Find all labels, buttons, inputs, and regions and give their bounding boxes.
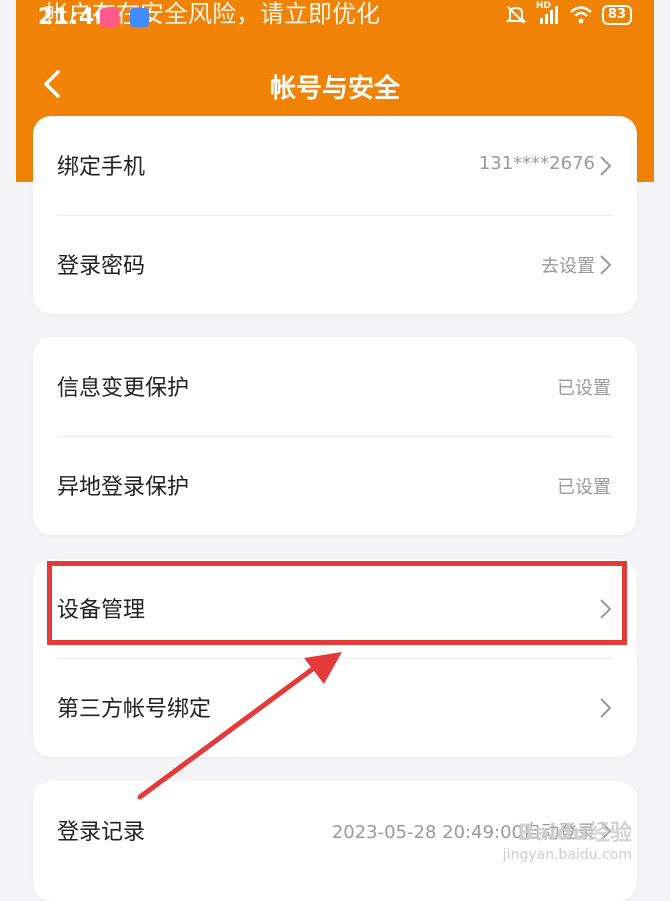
- row-info-change-protection[interactable]: 信息变更保护 已设置: [33, 337, 637, 436]
- row-label: 登录记录: [57, 820, 146, 845]
- status-bar: 帐户存在安全风险，请立即优化 21:46 HD 83: [16, 0, 654, 36]
- row-value: 去设置: [541, 256, 595, 277]
- app-notification-icon: [100, 8, 119, 27]
- row-label: 设备管理: [57, 598, 146, 623]
- row-label: 登录密码: [57, 254, 146, 279]
- watermark-url: jingyan.baidu.com: [502, 847, 632, 863]
- app-notification-icon: [130, 8, 149, 27]
- hd-label: HD: [535, 1, 551, 11]
- row-label: 信息变更保护: [57, 376, 190, 401]
- row-login-password[interactable]: 登录密码 去设置: [33, 215, 637, 314]
- chevron-right-icon: [600, 156, 612, 176]
- row-value: 已设置: [557, 378, 611, 399]
- wifi-icon: [570, 6, 592, 24]
- status-icons: HD 83: [505, 1, 632, 26]
- chevron-right-icon: [600, 698, 612, 718]
- settings-card-account: 绑定手机 131****2676 登录密码 去设置: [33, 116, 637, 314]
- chevron-right-icon: [600, 255, 612, 275]
- watermark: Baidu经验 jingyan.baidu.com: [503, 815, 632, 863]
- settings-card-devices: 设备管理 第三方帐号绑定: [33, 559, 637, 757]
- signal-icon: HD: [535, 1, 560, 26]
- row-device-management[interactable]: 设备管理: [33, 559, 637, 658]
- chevron-right-icon: [600, 599, 612, 619]
- page-title: 帐号与安全: [269, 74, 400, 104]
- row-third-party-binding[interactable]: 第三方帐号绑定: [33, 658, 637, 757]
- settings-card-protection: 信息变更保护 已设置 异地登录保护 已设置: [33, 337, 637, 535]
- row-bind-phone[interactable]: 绑定手机 131****2676: [33, 116, 637, 215]
- watermark-logo: Baidu经验: [517, 821, 632, 846]
- row-label: 第三方帐号绑定: [57, 697, 212, 722]
- row-value: 131****2676: [478, 153, 595, 174]
- row-label: 异地登录保护: [57, 475, 190, 500]
- battery-icon: 83: [601, 5, 632, 25]
- row-remote-login-protection[interactable]: 异地登录保护 已设置: [33, 436, 637, 535]
- nav-bar: 帐号与安全: [16, 52, 654, 116]
- bell-muted-icon: [505, 6, 527, 24]
- row-label: 绑定手机: [57, 155, 146, 180]
- row-value: 已设置: [557, 477, 611, 498]
